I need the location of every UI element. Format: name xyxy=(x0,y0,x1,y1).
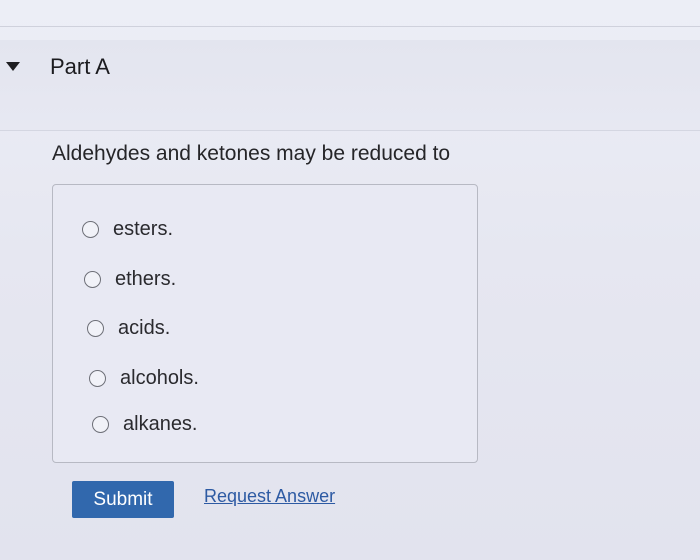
option-label: ethers. xyxy=(115,268,177,290)
option-alkanes[interactable]: alkanes. xyxy=(92,413,198,436)
option-alcohols[interactable]: alcohols. xyxy=(89,367,199,390)
option-label: alkanes. xyxy=(123,413,198,435)
top-divider xyxy=(0,26,700,27)
assignment-page: Part A Aldehydes and ketones may be redu… xyxy=(0,0,700,560)
radio-button[interactable] xyxy=(89,370,106,387)
part-title: Part A xyxy=(50,54,110,79)
option-label: esters. xyxy=(113,218,174,240)
radio-button[interactable] xyxy=(84,271,101,288)
option-label: acids. xyxy=(118,317,171,339)
radio-button[interactable] xyxy=(92,416,109,433)
caret-down-icon[interactable] xyxy=(6,62,20,71)
question-prompt: Aldehydes and ketones may be reduced to xyxy=(52,142,451,165)
request-answer-link[interactable]: Request Answer xyxy=(204,486,335,507)
submit-button[interactable]: Submit xyxy=(72,481,174,518)
option-acids[interactable]: acids. xyxy=(87,317,170,340)
option-ethers[interactable]: ethers. xyxy=(84,268,176,291)
option-label: alcohols. xyxy=(120,367,199,389)
radio-button[interactable] xyxy=(87,320,104,337)
radio-button[interactable] xyxy=(82,221,99,238)
option-esters[interactable]: esters. xyxy=(82,218,173,241)
